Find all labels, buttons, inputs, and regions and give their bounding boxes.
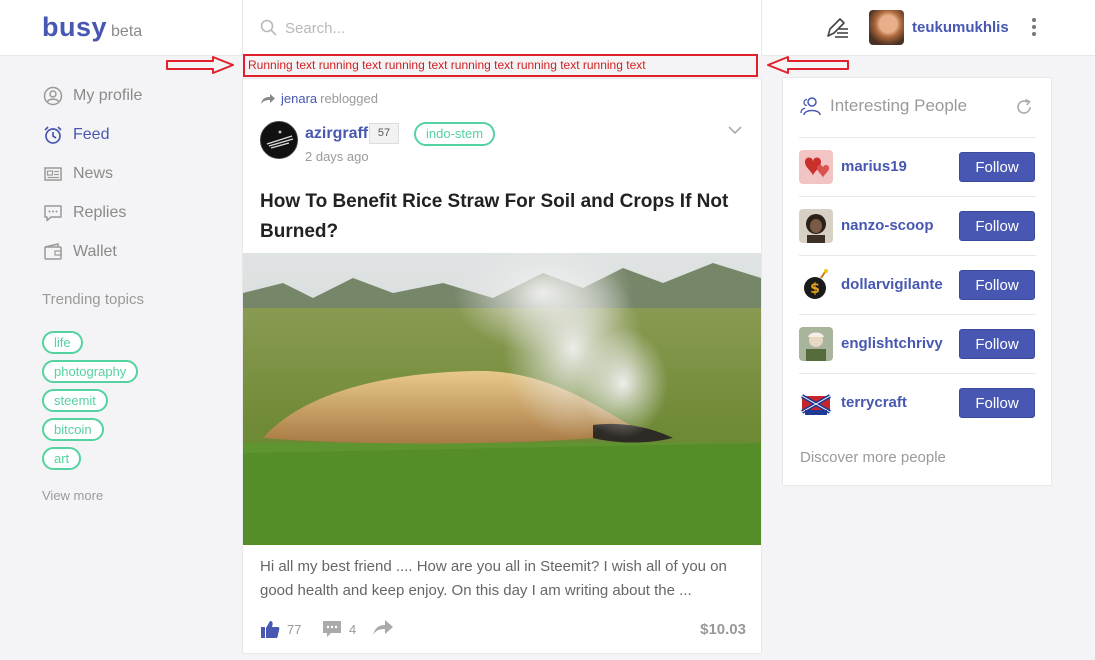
thumbs-up-icon: [261, 621, 280, 638]
feed-post-card: jenara reblogged azirgraff 57 indo-stem …: [242, 78, 762, 654]
author-name[interactable]: azirgraff: [305, 125, 368, 143]
sidebar-item-feed[interactable]: Feed: [42, 123, 109, 147]
share-arrow-icon: [373, 620, 393, 635]
reblog-label: reblogged: [320, 91, 378, 106]
panel-title: Interesting People: [830, 96, 968, 115]
sidebar-item-label: Wallet: [73, 243, 117, 260]
svg-text:$: $: [810, 281, 820, 297]
person-row: terrycraft Follow: [799, 373, 1036, 432]
interesting-people-panel: Interesting People marius19 Follow nanzo…: [782, 77, 1052, 486]
users-icon: [800, 97, 821, 116]
post-topic-tag[interactable]: indo-stem: [414, 122, 496, 146]
person-row: englishtchrivy Follow: [799, 314, 1036, 373]
alarm-clock-icon: [42, 124, 64, 146]
annotation-box: Running text running text running text r…: [243, 54, 758, 77]
person-name[interactable]: terrycraft: [841, 394, 907, 411]
discover-more-people-link[interactable]: Discover more people: [800, 449, 946, 466]
sidebar-item-news[interactable]: News: [42, 162, 113, 186]
sidebar-item-my-profile[interactable]: My profile: [42, 84, 142, 108]
search-icon: [260, 19, 277, 36]
person-avatar[interactable]: $: [799, 268, 833, 302]
follow-button[interactable]: Follow: [959, 152, 1035, 182]
more-vertical-icon[interactable]: [1028, 16, 1040, 38]
post-timestamp: 2 days ago: [305, 149, 369, 164]
newspaper-icon: [42, 163, 64, 185]
person-name[interactable]: englishtchrivy: [841, 335, 943, 352]
post-excerpt: Hi all my best friend .... How are you a…: [260, 558, 727, 599]
logo-beta-tag: beta: [111, 23, 143, 40]
write-post-icon[interactable]: [824, 14, 850, 40]
follow-button[interactable]: Follow: [959, 211, 1035, 241]
sidebar-item-label: Feed: [73, 126, 110, 143]
search-input[interactable]: [285, 15, 725, 41]
topic-tag-bitcoin[interactable]: bitcoin: [42, 418, 104, 441]
payout-amount[interactable]: $10.03: [700, 621, 746, 638]
sidebar-item-replies[interactable]: Replies: [42, 201, 126, 225]
sidebar-item-label: News: [73, 165, 114, 182]
person-avatar[interactable]: [799, 150, 833, 184]
reblog-icon: [261, 93, 275, 104]
sidebar-item-wallet[interactable]: Wallet: [42, 240, 117, 264]
person-row: marius19 Follow: [799, 137, 1036, 196]
chevron-down-icon[interactable]: [727, 125, 743, 135]
like-button[interactable]: 77: [260, 619, 301, 639]
post-image[interactable]: [243, 253, 761, 545]
person-name[interactable]: dollarvigilante: [841, 276, 943, 293]
user-avatar[interactable]: [869, 10, 904, 45]
comment-button[interactable]: 4: [322, 619, 356, 639]
author-avatar[interactable]: [260, 121, 298, 159]
reputation-badge: 57: [369, 123, 399, 144]
topic-tag-photography[interactable]: photography: [42, 360, 139, 383]
topic-tag-life[interactable]: life: [42, 331, 83, 354]
reblog-button[interactable]: [372, 619, 394, 637]
busy-logo[interactable]: busy beta: [42, 12, 142, 43]
wallet-icon: [42, 241, 64, 263]
top-header: busybeta teukumukhlis: [0, 0, 1095, 56]
view-more-topics-link[interactable]: View more: [42, 488, 103, 503]
follow-button[interactable]: Follow: [959, 329, 1035, 359]
refresh-icon[interactable]: [1015, 98, 1033, 116]
annotation-arrow-left-icon: [767, 56, 849, 74]
chat-bubble-icon: [42, 202, 64, 224]
person-name[interactable]: marius19: [841, 158, 907, 175]
like-count: 77: [287, 621, 302, 637]
sidebar-item-label: My profile: [73, 87, 143, 104]
person-row: nanzo-scoop Follow: [799, 196, 1036, 255]
comment-icon: [323, 621, 341, 637]
reblog-line: jenara reblogged: [260, 91, 378, 106]
trending-topics-heading: Trending topics: [42, 291, 144, 308]
search-bar: [242, 0, 762, 56]
person-avatar[interactable]: [799, 209, 833, 243]
sidebar-item-label: Replies: [73, 204, 127, 221]
post-actions-bar: 77 4 $10.03: [260, 619, 746, 641]
topic-tag-art[interactable]: art: [42, 447, 82, 470]
person-avatar[interactable]: [799, 327, 833, 361]
running-text: Running text running text running text r…: [248, 58, 646, 72]
header-username[interactable]: teukumukhlis: [912, 19, 1009, 36]
person-row: $ dollarvigilante Follow: [799, 255, 1036, 314]
logo-text: busy: [42, 12, 108, 42]
person-name[interactable]: nanzo-scoop: [841, 217, 934, 234]
annotation-arrow-right-icon: [166, 56, 234, 74]
reblogger-name[interactable]: jenara: [281, 91, 317, 106]
person-avatar[interactable]: [799, 386, 833, 420]
topic-tag-steemit[interactable]: steemit: [42, 389, 108, 412]
interesting-people-heading: Interesting People: [800, 96, 967, 116]
post-title[interactable]: How To Benefit Rice Straw For Soil and C…: [260, 187, 730, 247]
comment-count: 4: [349, 621, 357, 637]
follow-button[interactable]: Follow: [959, 388, 1035, 418]
follow-button[interactable]: Follow: [959, 270, 1035, 300]
user-circle-icon: [42, 85, 64, 107]
